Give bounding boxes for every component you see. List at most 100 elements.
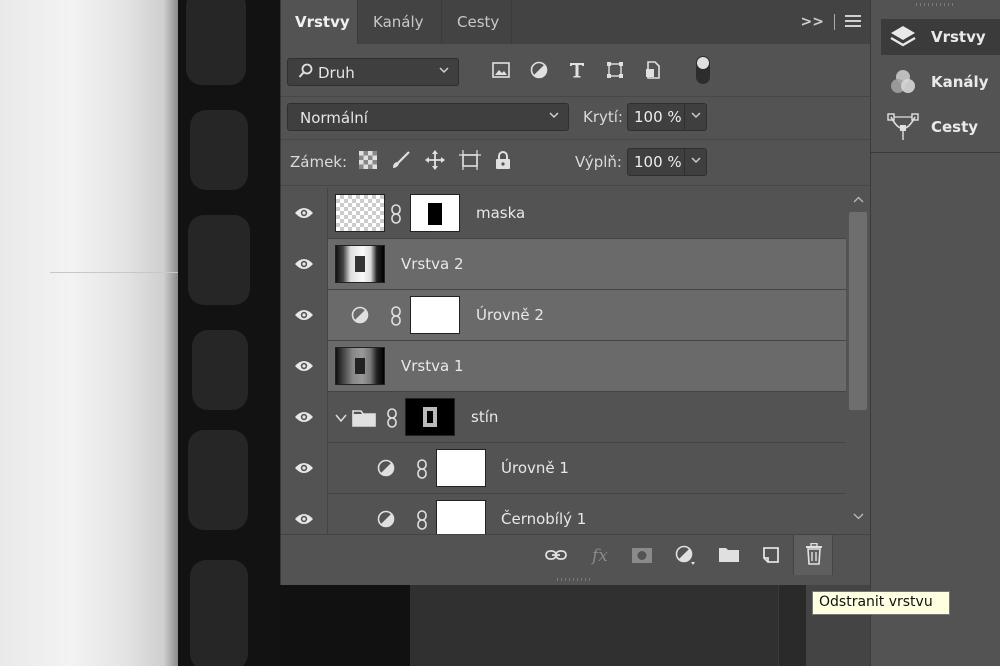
delete-layer-icon[interactable] (804, 543, 824, 565)
eye-icon[interactable] (294, 359, 314, 373)
adjustment-layer-icon[interactable] (351, 306, 369, 324)
layer-thumbnail[interactable] (335, 347, 385, 385)
tab-vrstvy[interactable]: Vrstvy (281, 0, 357, 44)
opacity-field[interactable]: 100 % (627, 103, 707, 131)
eye-icon[interactable] (294, 512, 314, 526)
mask-thumbnail[interactable] (410, 296, 460, 334)
chevron-down-icon[interactable] (335, 413, 347, 423)
tooltip: Odstranit vrstvu (812, 591, 950, 615)
layer-row-urovne-2[interactable]: Úrovně 2 (281, 290, 846, 341)
collapse-panel-icon[interactable]: >> (801, 14, 824, 30)
layer-name[interactable]: Úrovně 1 (501, 459, 569, 477)
dock-divider (871, 152, 1000, 153)
lock-artboard-icon[interactable] (459, 150, 481, 174)
eye-icon[interactable] (294, 461, 314, 475)
layers-icon (890, 26, 916, 47)
layer-name[interactable]: Úrovně 2 (476, 306, 544, 324)
panel-menu-icon[interactable] (845, 13, 861, 31)
visibility-toggle[interactable] (281, 239, 328, 290)
dock-item-vrstvy[interactable]: Vrstvy (881, 19, 1000, 55)
panel-tabs: Vrstvy Kanály Cesty >> (281, 0, 871, 44)
visibility-toggle[interactable] (281, 494, 328, 534)
layer-name[interactable]: stín (471, 408, 498, 426)
adjustment-layer-icon[interactable] (377, 459, 395, 477)
link-icon[interactable] (416, 459, 428, 479)
link-layers-icon[interactable] (545, 545, 567, 565)
chevron-down-icon[interactable] (684, 149, 706, 175)
blend-mode-select[interactable]: Normální (287, 103, 569, 131)
filter-row: Druh (281, 50, 871, 94)
layer-row-stin-group[interactable]: stín (281, 392, 846, 443)
lock-all-icon[interactable] (495, 150, 511, 174)
new-layer-icon[interactable] (759, 545, 781, 565)
layer-thumbnail[interactable] (335, 194, 385, 232)
type-filter-icon[interactable] (567, 60, 587, 80)
layer-name[interactable]: maska (476, 204, 525, 222)
lock-move-icon[interactable] (425, 150, 445, 174)
eye-icon[interactable] (294, 308, 314, 322)
lock-icons (359, 150, 511, 174)
layer-row-urovne-1[interactable]: Úrovně 1 (281, 443, 846, 494)
search-icon (298, 63, 314, 85)
mask-thumbnail[interactable] (436, 500, 486, 534)
eye-icon[interactable] (294, 410, 314, 424)
chevron-down-icon[interactable] (684, 104, 706, 130)
fx-icon[interactable]: fx (590, 545, 612, 565)
layer-row-cernobily-1[interactable]: Černobílý 1 (281, 494, 846, 534)
dock-item-cesty[interactable]: Cesty (881, 109, 1000, 145)
layers-panel: Vrstvy Kanály Cesty >> Druh Normální Kry… (280, 0, 871, 585)
layers-list: maska Vrstva 2 Úrovně 2 Vrstva 1 stín Úr… (281, 188, 846, 534)
tab-cesty[interactable]: Cesty (443, 0, 511, 44)
new-group-icon[interactable] (718, 545, 740, 565)
delete-layer-button[interactable] (793, 535, 833, 575)
mask-thumbnail[interactable] (410, 194, 460, 232)
link-icon[interactable] (390, 204, 402, 224)
layer-thumbnail[interactable] (335, 245, 385, 283)
layer-row-maska[interactable]: maska (281, 188, 846, 239)
new-adjustment-icon[interactable] (675, 545, 697, 565)
adjustment-layer-icon[interactable] (377, 510, 395, 528)
image-filter-icon[interactable] (491, 60, 511, 80)
fill-field[interactable]: 100 % (627, 148, 707, 176)
lock-transparent-icon[interactable] (359, 151, 377, 173)
mask-thumbnail[interactable] (436, 449, 486, 487)
layer-row-vrstva-1[interactable]: Vrstva 1 (281, 341, 846, 392)
eye-icon[interactable] (294, 206, 314, 220)
scroll-up-icon[interactable] (853, 196, 864, 204)
paper-crease (50, 272, 178, 273)
layer-name[interactable]: Černobílý 1 (501, 510, 586, 528)
filter-toggle[interactable] (696, 56, 710, 84)
tab-kanaly[interactable]: Kanály (359, 0, 441, 44)
link-icon[interactable] (416, 510, 428, 530)
visibility-toggle[interactable] (281, 341, 328, 392)
visibility-toggle[interactable] (281, 392, 328, 443)
filter-kind-select[interactable]: Druh (287, 58, 459, 86)
link-icon[interactable] (386, 408, 398, 428)
lock-paint-icon[interactable] (391, 150, 411, 174)
visibility-toggle[interactable] (281, 290, 328, 341)
smart-object-filter-icon[interactable] (643, 60, 663, 80)
visibility-toggle[interactable] (281, 443, 328, 494)
dock-grip[interactable] (916, 2, 956, 7)
visibility-toggle[interactable] (281, 188, 328, 239)
panel-divider-icon (834, 14, 835, 30)
link-icon[interactable] (390, 306, 402, 326)
tab-divider (441, 0, 442, 44)
canvas-area (410, 585, 778, 666)
panel-resize-grip[interactable] (557, 577, 593, 582)
dock-label: Cesty (931, 118, 979, 136)
adjustment-filter-icon[interactable] (529, 60, 549, 80)
folder-icon (352, 410, 376, 427)
layer-row-vrstva-2[interactable]: Vrstva 2 (281, 239, 846, 290)
svg-text:fx: fx (590, 546, 608, 565)
layer-name[interactable]: Vrstva 2 (401, 255, 464, 273)
scroll-thumb[interactable] (849, 212, 867, 410)
eye-icon[interactable] (294, 257, 314, 271)
dock-item-kanaly[interactable]: Kanály (881, 64, 1000, 100)
add-mask-icon[interactable] (631, 545, 653, 565)
chevron-down-icon (438, 64, 450, 79)
scroll-down-icon[interactable] (853, 512, 864, 520)
mask-thumbnail[interactable] (405, 398, 455, 436)
shape-filter-icon[interactable] (605, 60, 625, 80)
layer-name[interactable]: Vrstva 1 (401, 357, 464, 375)
